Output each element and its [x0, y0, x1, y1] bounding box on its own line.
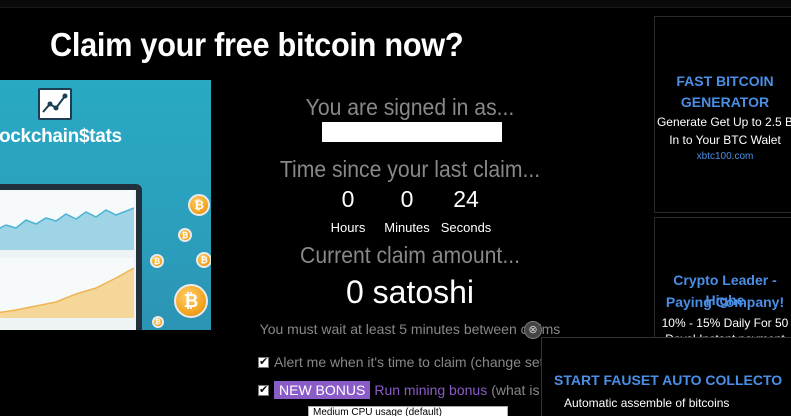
bitcoin-icon: ₿ — [174, 284, 208, 318]
close-icon[interactable]: ⊗ — [524, 321, 542, 339]
fast-bitcoin-ad[interactable]: FAST BITCOIN GENERATOR Generate Get Up t… — [654, 16, 791, 213]
mining-bonus-checkbox[interactable] — [258, 383, 269, 396]
ad1-title-line1: FAST BITCOIN — [676, 73, 774, 89]
cpu-usage-select[interactable]: Medium CPU usage (default) — [308, 406, 508, 416]
top-bar — [0, 0, 791, 8]
new-bonus-badge: NEW BONUS — [274, 381, 371, 399]
claim-amount-label: Current claim amount... — [300, 242, 520, 268]
banner-brand: lockchain$tats — [0, 126, 122, 147]
bitcoin-icon: ₿ — [152, 316, 164, 328]
ad1-title-line2: GENERATOR — [680, 94, 770, 110]
chart-logo-icon — [38, 88, 72, 120]
signed-in-label: You are signed in as... — [305, 94, 515, 120]
monitor-illustration — [0, 184, 142, 330]
seconds-value: 24 — [453, 186, 479, 212]
claim-amount-value: 0 satoshi — [345, 274, 475, 310]
popup-desc: Automatic assemble of bitcoins — [564, 396, 730, 410]
mining-bonus-link[interactable]: Run mining bonus — [374, 382, 487, 398]
ad1-desc-line1: Generate Get Up to 2.5 B — [656, 115, 791, 129]
wait-message: You must wait at least 5 minutes between… — [259, 321, 561, 337]
ad1-url: xbtc100.com — [696, 151, 754, 162]
page-title: Claim your free bitcoin now? — [50, 26, 464, 63]
redacted-username — [322, 122, 502, 142]
alert-checkbox[interactable] — [258, 355, 269, 368]
minutes-value: 0 — [400, 186, 414, 212]
ad1-desc-line2: In to Your BTC Walet — [669, 133, 781, 147]
bitcoin-icon: ₿ — [178, 228, 192, 242]
popup-title: START FAUSET AUTO COLLECTO — [554, 372, 783, 388]
hours-value: 0 — [341, 186, 355, 212]
bitcoin-icon: ₿ — [150, 254, 164, 268]
alert-option: Alert me when it's time to claim (change… — [258, 352, 558, 372]
alert-option-label: Alert me when it's time to claim (change… — [274, 354, 559, 370]
blockchain-stats-banner[interactable]: lockchain$tats ₿ ₿ ₿ ₿ ₿ ₿ — [0, 80, 211, 330]
seconds-label: Seconds — [440, 220, 492, 235]
auto-collector-popup-ad[interactable]: START FAUSET AUTO COLLECTO Automatic ass… — [541, 337, 791, 416]
banner-chart-2 — [0, 258, 135, 318]
time-since-label: Time since your last claim... — [279, 156, 541, 182]
banner-chart-1 — [0, 190, 135, 250]
ad2-title-line2: Paying Company! — [665, 294, 785, 310]
bitcoin-icon: ₿ — [196, 252, 211, 268]
bitcoin-icon: ₿ — [188, 194, 210, 216]
crypto-leader-ad[interactable]: Crypto Leader - Highe Paying Company! 10… — [654, 217, 791, 347]
mining-bonus-option: NEW BONUS Run mining bonus (what is th — [258, 380, 555, 400]
